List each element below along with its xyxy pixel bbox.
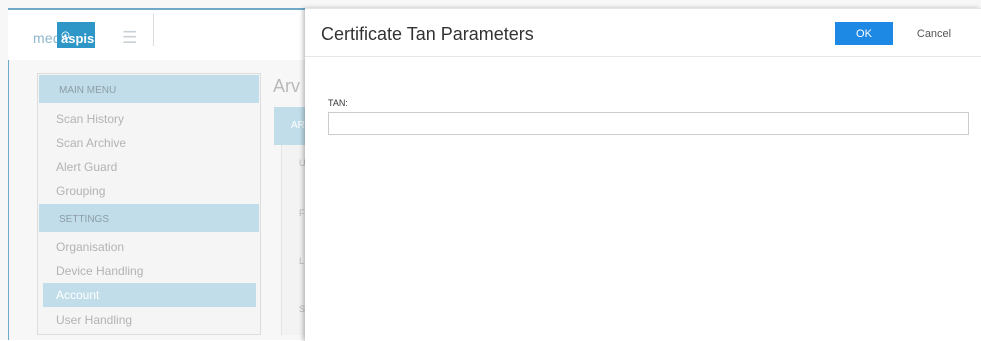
sidebar-item-account-label: Account bbox=[56, 288, 100, 302]
sidebar-item-organisation[interactable]: Organisation bbox=[56, 240, 124, 254]
sidebar-item-scan-history[interactable]: Scan History bbox=[56, 112, 124, 126]
app-topbar: med ☉ aspis ☰ bbox=[8, 8, 308, 60]
cancel-button[interactable]: Cancel bbox=[908, 22, 960, 45]
certificate-tan-dialog: Certificate Tan Parameters OK Cancel TAN… bbox=[305, 8, 981, 341]
ok-button[interactable]: OK bbox=[835, 22, 893, 45]
dialog-header: Certificate Tan Parameters OK Cancel bbox=[305, 9, 981, 57]
tan-input[interactable] bbox=[328, 112, 969, 135]
logo-aspis-badge: ☉ aspis bbox=[57, 22, 95, 48]
sidebar-item-device-handling[interactable]: Device Handling bbox=[56, 264, 143, 278]
sidebar-item-scan-archive[interactable]: Scan Archive bbox=[56, 136, 126, 150]
field-label-fragment: F bbox=[299, 208, 305, 218]
sidebar-item-account[interactable]: Account bbox=[43, 283, 256, 307]
field-label-fragment: L bbox=[299, 256, 305, 266]
tan-label: TAN: bbox=[328, 98, 348, 108]
card-header-label: AR bbox=[291, 120, 305, 131]
sidebar-menu: MAIN MENU Scan History Scan Archive Aler… bbox=[37, 73, 261, 335]
main-menu-header: MAIN MENU bbox=[39, 75, 259, 103]
main-menu-header-label: MAIN MENU bbox=[59, 85, 117, 96]
topbar-divider bbox=[153, 14, 154, 46]
page-title: Arv bbox=[273, 76, 300, 96]
settings-header-label: SETTINGS bbox=[59, 214, 110, 225]
hamburger-menu-icon[interactable]: ☰ bbox=[122, 28, 137, 48]
sidebar-item-user-handling[interactable]: User Handling bbox=[56, 313, 132, 327]
dialog-title: Certificate Tan Parameters bbox=[321, 24, 534, 44]
card-header: AR bbox=[274, 107, 308, 145]
app-logo: med ☉ aspis ☰ bbox=[33, 22, 173, 48]
sidebar-item-grouping[interactable]: Grouping bbox=[56, 184, 105, 198]
sidebar-item-alert-guard[interactable]: Alert Guard bbox=[56, 160, 117, 174]
logo-aspis-text: aspis bbox=[61, 31, 95, 46]
settings-header: SETTINGS bbox=[39, 204, 259, 232]
